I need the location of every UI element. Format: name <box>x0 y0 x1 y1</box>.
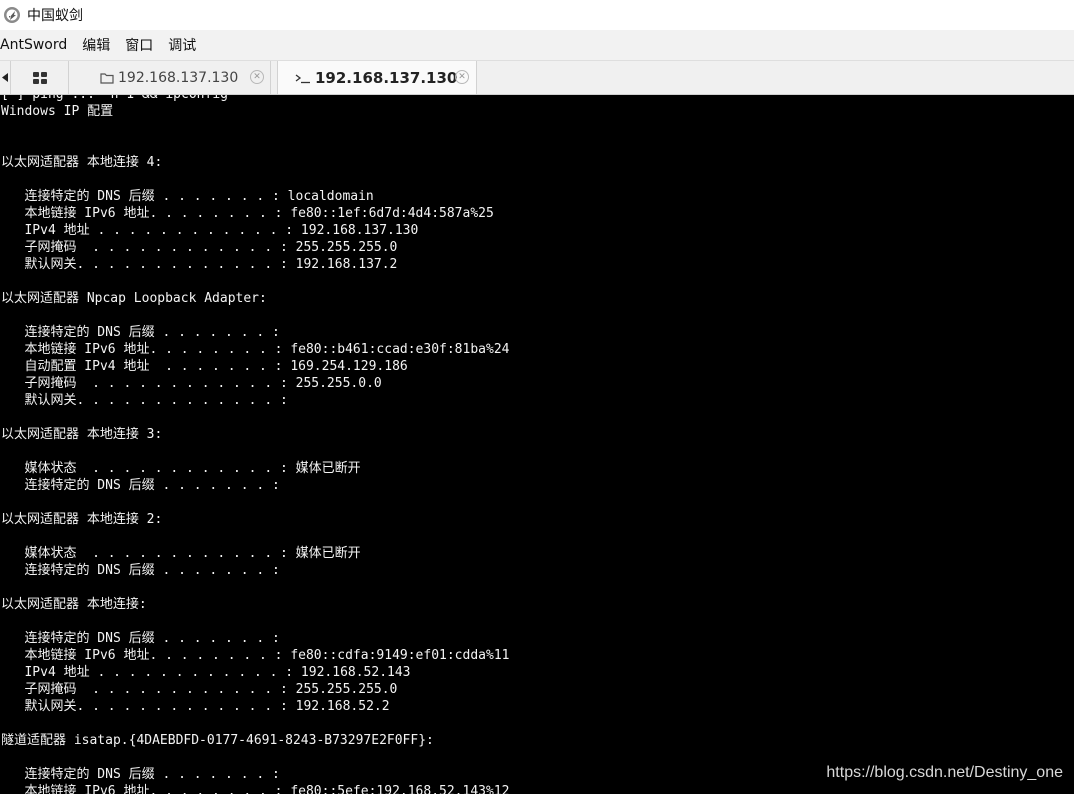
terminal-line: 本地链接 IPv6 地址. . . . . . . . : fe80::1ef:… <box>1 206 494 221</box>
terminal-line: 本地链接 IPv6 地址. . . . . . . . : fe80::b461… <box>1 342 510 357</box>
terminal-line: IPv4 地址 . . . . . . . . . . . . : 192.16… <box>1 223 419 238</box>
terminal-line: 默认网关. . . . . . . . . . . . . : 192.168.… <box>1 699 390 714</box>
menu-edit[interactable]: 编辑 <box>82 35 117 55</box>
menu-antsword[interactable]: AntSword <box>0 37 74 53</box>
tab-file-manager[interactable]: 192.168.137.130 ✕ <box>69 61 271 94</box>
menu-bar: AntSword 编辑 窗口 调试 <box>0 30 1074 60</box>
terminal-line: 以太网适配器 本地连接 4: <box>1 155 163 170</box>
terminal-line: 连接特定的 DNS 后缀 . . . . . . . : <box>1 325 280 340</box>
home-grid-tab[interactable] <box>10 61 69 94</box>
terminal-line: 默认网关. . . . . . . . . . . . . : <box>1 393 288 408</box>
close-icon[interactable]: ✕ <box>250 70 264 84</box>
triangle-left-icon <box>2 73 8 82</box>
terminal-line: Windows IP 配置 <box>1 104 114 119</box>
menu-debug[interactable]: 调试 <box>168 35 203 55</box>
terminal-line: 以太网适配器 本地连接 2: <box>1 512 163 527</box>
terminal-line: 以太网适配器 本地连接 3: <box>1 427 163 442</box>
watermark: https://blog.csdn.net/Destiny_one <box>826 764 1063 781</box>
grid-icon <box>32 71 47 84</box>
terminal-line: 连接特定的 DNS 后缀 . . . . . . . : <box>1 767 280 782</box>
tab-terminal-label: 192.168.137.130 <box>315 68 458 87</box>
terminal-line: 连接特定的 DNS 后缀 . . . . . . . : <box>1 631 280 646</box>
terminal-line: 子网掩码 . . . . . . . . . . . . : 255.255.2… <box>1 240 398 255</box>
tab-scroll-left-button[interactable] <box>0 61 10 94</box>
menu-window[interactable]: 窗口 <box>125 35 160 55</box>
terminal-line: 默认网关. . . . . . . . . . . . . : 192.168.… <box>1 257 398 272</box>
terminal-line: 本地链接 IPv6 地址. . . . . . . . : fe80::cdfa… <box>1 648 510 663</box>
terminal-line: 以太网适配器 本地连接: <box>1 597 147 612</box>
terminal-line: 隧道适配器 isatap.{4DAEBDFD-0177-4691-8243-B7… <box>1 733 434 748</box>
terminal-line: 连接特定的 DNS 后缀 . . . . . . . : <box>1 478 280 493</box>
terminal-line: IPv4 地址 . . . . . . . . . . . . : 192.16… <box>1 665 411 680</box>
terminal-icon <box>295 72 311 84</box>
terminal-line: 自动配置 IPv4 地址 . . . . . . . : 169.254.129… <box>1 359 408 374</box>
tab-bar: 192.168.137.130 ✕ 192.168.137.130 ✕ <box>0 60 1074 95</box>
antsword-logo-icon <box>3 6 21 24</box>
terminal-line: 子网掩码 . . . . . . . . . . . . : 255.255.2… <box>1 682 398 697</box>
window-title: 中国蚁剑 <box>27 8 83 24</box>
terminal-line: 以太网适配器 Npcap Loopback Adapter: <box>1 291 267 306</box>
terminal-line: 连接特定的 DNS 后缀 . . . . . . . : localdomain <box>1 189 374 204</box>
terminal-line: 媒体状态 . . . . . . . . . . . . : 媒体已断开 <box>1 546 361 561</box>
terminal-line: 本地链接 IPv6 地址. . . . . . . . : fe80::5efe… <box>1 784 510 794</box>
terminal-line: 连接特定的 DNS 后缀 . . . . . . . : <box>1 563 280 578</box>
folder-icon <box>100 72 114 84</box>
title-bar: 中国蚁剑 <box>0 0 1074 30</box>
close-icon[interactable]: ✕ <box>455 70 469 84</box>
terminal-output[interactable]: [*] ping ... -n 1 && ipconfigWindows IP … <box>0 95 1074 794</box>
terminal-text: [*] ping ... -n 1 && ipconfigWindows IP … <box>1 95 509 794</box>
terminal-line: 媒体状态 . . . . . . . . . . . . : 媒体已断开 <box>1 461 361 476</box>
terminal-line: [*] ping ... -n 1 && ipconfig <box>1 95 509 103</box>
tab-terminal[interactable]: 192.168.137.130 ✕ <box>277 61 477 94</box>
terminal-line: 子网掩码 . . . . . . . . . . . . : 255.255.0… <box>1 376 382 391</box>
tab-file-manager-label: 192.168.137.130 <box>118 69 239 86</box>
